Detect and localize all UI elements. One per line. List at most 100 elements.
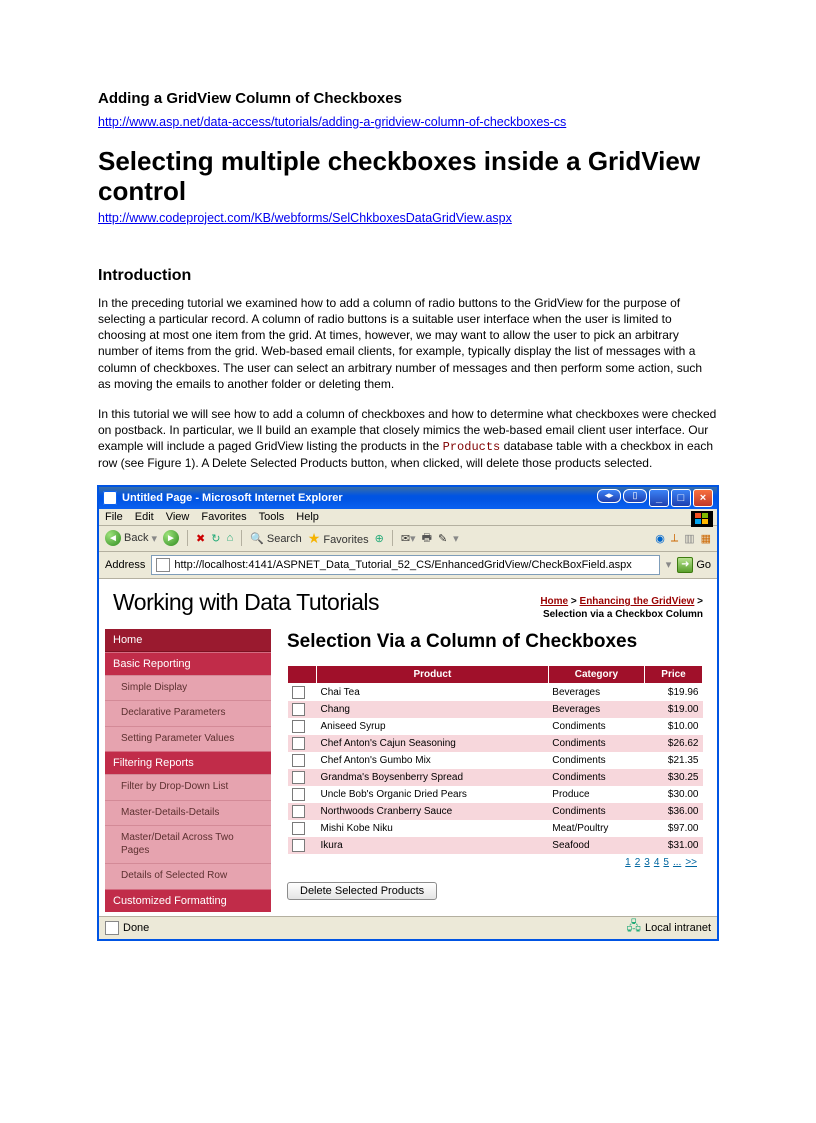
url-dropdown-icon[interactable]: ▾ [666,558,672,571]
pager-link[interactable]: ... [673,857,681,868]
table-row: Chai TeaBeverages$19.96 [288,683,703,701]
cell-category: Beverages [548,683,644,701]
sidebar-item-master-detail-two-pages[interactable]: Master/Detail Across Two Pages [105,825,271,863]
titlebar-pill-right[interactable]: ▯ [623,489,647,503]
ie-icon [103,491,117,505]
document-title: Adding a GridView Column of Checkboxes [98,90,718,107]
row-checkbox[interactable] [292,754,305,767]
sidebar-item-filter-dropdown[interactable]: Filter by Drop-Down List [105,774,271,800]
sidebar-section-customized-formatting[interactable]: Customized Formatting [105,889,271,912]
cell-category: Produce [548,786,644,803]
table-row: ChangBeverages$19.00 [288,701,703,718]
cell-price: $10.00 [645,718,703,735]
minimize-button[interactable]: _ [649,489,669,507]
window-title: Untitled Page - Microsoft Internet Explo… [122,492,597,504]
tool-icon-3[interactable]: ▥ [684,532,694,545]
cell-product: Chai Tea [317,683,549,701]
status-text: Done [123,922,149,934]
pager-link[interactable]: 3 [644,857,650,868]
window-titlebar: Untitled Page - Microsoft Internet Explo… [99,487,717,509]
sidebar-section-basic-reporting[interactable]: Basic Reporting [105,652,271,675]
products-code: Products [443,440,501,454]
pager: 12345... >> [287,854,703,872]
close-button[interactable]: × [693,489,713,507]
forward-button[interactable]: ► [163,530,179,546]
cell-product: Ikura [317,837,549,854]
row-checkbox[interactable] [292,703,305,716]
edit-icon[interactable]: ✎ [438,532,447,545]
url-input[interactable]: http://localhost:4141/ASPNET_Data_Tutori… [151,555,659,575]
cell-price: $21.35 [645,752,703,769]
browser-window: Untitled Page - Microsoft Internet Explo… [98,486,718,940]
tool-icon-2[interactable]: ⟂ [671,532,678,545]
go-button[interactable]: ➜ Go [677,557,711,573]
pager-link[interactable]: 5 [663,857,669,868]
home-icon[interactable]: ⌂ [226,532,233,544]
breadcrumb-home[interactable]: Home [540,596,568,607]
tutorial-link-2[interactable]: http://www.codeproject.com/KB/webforms/S… [98,211,512,225]
sidebar-section-filtering-reports[interactable]: Filtering Reports [105,751,271,774]
breadcrumb-current: Selection via a Checkbox Column [543,609,703,620]
intro-paragraph-2: In this tutorial we will see how to add … [98,406,718,472]
address-bar: Address http://localhost:4141/ASPNET_Dat… [99,552,717,579]
table-row: Uncle Bob's Organic Dried PearsProduce$3… [288,786,703,803]
back-button[interactable]: ◄ Back ▾ [105,530,157,546]
pager-link[interactable]: 1 [625,857,631,868]
sidebar-item-declarative-parameters[interactable]: Declarative Parameters [105,700,271,726]
pager-link[interactable]: >> [685,857,697,868]
table-row: IkuraSeafood$31.00 [288,837,703,854]
print-icon[interactable]: 🖶 [422,529,432,548]
row-checkbox[interactable] [292,822,305,835]
intro-heading: Introduction [98,267,718,285]
pager-link[interactable]: 4 [654,857,660,868]
row-checkbox[interactable] [292,771,305,784]
row-checkbox[interactable] [292,805,305,818]
tool-icon-1[interactable]: ◉ [655,532,665,545]
favorites-button[interactable]: ★ Favorites [308,530,369,547]
row-checkbox[interactable] [292,737,305,750]
search-button[interactable]: 🔍 Search [250,532,302,545]
cell-price: $36.00 [645,803,703,820]
sidebar-item-simple-display[interactable]: Simple Display [105,675,271,701]
cell-product: Grandma's Boysenberry Spread [317,769,549,786]
row-checkbox[interactable] [292,788,305,801]
menu-tools[interactable]: Tools [259,511,285,523]
site-title: Working with Data Tutorials [113,589,379,616]
cell-price: $19.96 [645,683,703,701]
history-icon[interactable]: ⊕ [375,532,384,545]
delete-selected-button[interactable]: Delete Selected Products [287,882,437,900]
refresh-icon[interactable]: ↻ [211,532,220,545]
cell-price: $26.62 [645,735,703,752]
titlebar-pill-left[interactable]: ◂▸ [597,489,621,503]
table-row: Grandma's Boysenberry SpreadCondiments$3… [288,769,703,786]
col-price: Price [645,665,703,683]
cell-product: Mishi Kobe Niku [317,820,549,837]
menu-view[interactable]: View [166,511,190,523]
menu-file[interactable]: File [105,511,123,523]
tool-icon-4[interactable]: ▦ [701,532,711,545]
tutorial-link-1[interactable]: http://www.asp.net/data-access/tutorials… [98,115,566,129]
sidebar-item-master-details-details[interactable]: Master-Details-Details [105,800,271,826]
sidebar-item-setting-parameter-values[interactable]: Setting Parameter Values [105,726,271,752]
cell-product: Chef Anton's Gumbo Mix [317,752,549,769]
menu-bar: File Edit View Favorites Tools Help [99,509,717,526]
mail-icon[interactable]: ✉▾ [401,532,416,545]
row-checkbox[interactable] [292,839,305,852]
breadcrumb-section[interactable]: Enhancing the GridView [580,596,695,607]
cell-category: Condiments [548,803,644,820]
sidebar-item-home[interactable]: Home [105,629,271,652]
sidebar-item-details-selected-row[interactable]: Details of Selected Row [105,863,271,889]
row-checkbox[interactable] [292,720,305,733]
menu-favorites[interactable]: Favorites [201,511,246,523]
pager-link[interactable]: 2 [635,857,641,868]
menu-help[interactable]: Help [296,511,319,523]
cell-category: Meat/Poultry [548,820,644,837]
cell-product: Chang [317,701,549,718]
table-row: Northwoods Cranberry SauceCondiments$36.… [288,803,703,820]
maximize-button[interactable]: □ [671,489,691,507]
stop-icon[interactable]: ✖ [196,532,205,545]
table-row: Mishi Kobe NikuMeat/Poultry$97.00 [288,820,703,837]
menu-edit[interactable]: Edit [135,511,154,523]
row-checkbox[interactable] [292,686,305,699]
table-row: Chef Anton's Cajun SeasoningCondiments$2… [288,735,703,752]
